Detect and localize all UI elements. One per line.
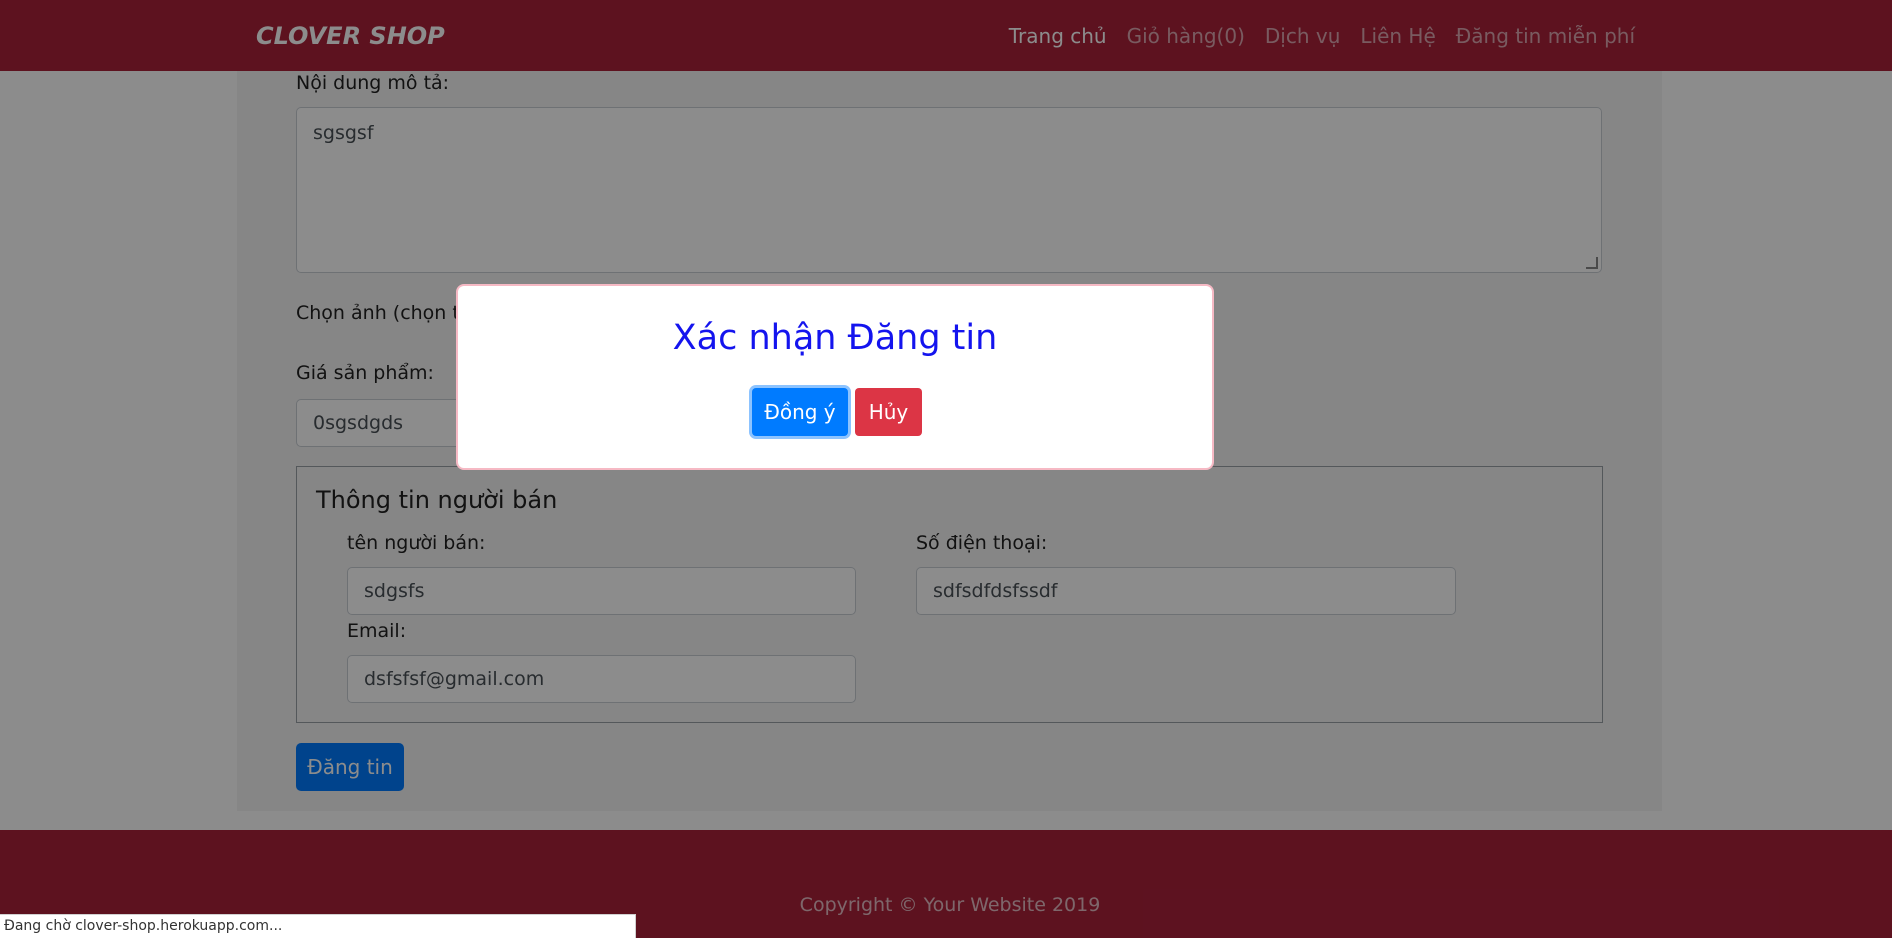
browser-status-bar: Đang chờ clover-shop.herokuapp.com... bbox=[0, 914, 636, 938]
cancel-button[interactable]: Hủy bbox=[855, 388, 922, 436]
confirm-button[interactable]: Đồng ý bbox=[752, 388, 848, 436]
modal-title: Xác nhận Đăng tin bbox=[672, 318, 998, 358]
confirm-post-modal: Xác nhận Đăng tin Đồng ý Hủy bbox=[456, 284, 1214, 470]
